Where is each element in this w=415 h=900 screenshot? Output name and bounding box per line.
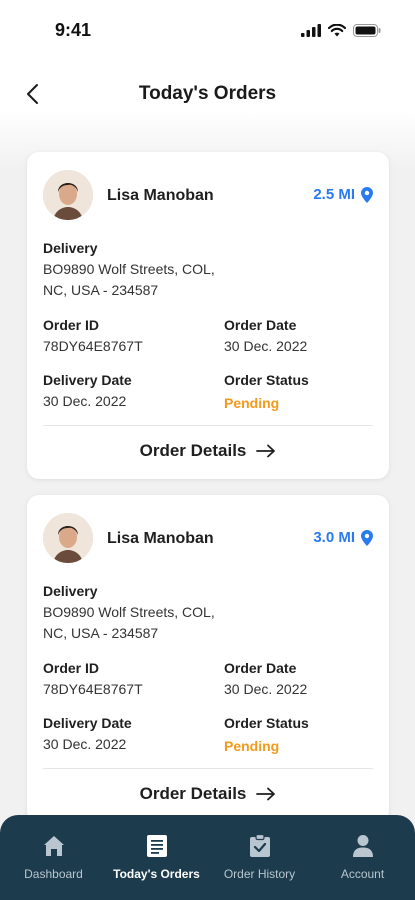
order-date-value: 30 Dec. 2022: [224, 681, 308, 697]
nav-item-order-history[interactable]: Order History: [208, 833, 311, 881]
page-title: Today's Orders: [138, 83, 277, 104]
nav-label-order-history: Order History: [223, 867, 296, 881]
signal-icon: [301, 24, 321, 37]
nav-item-dashboard[interactable]: Dashboard: [2, 833, 105, 881]
status-bar: 9:41: [0, 0, 415, 60]
user-icon: [352, 835, 373, 857]
order-id-label: Order ID: [43, 660, 100, 676]
order-status-value: Pending: [224, 395, 280, 411]
clipboard-list-icon: [146, 835, 167, 857]
status-icons: [301, 24, 381, 37]
divider: [43, 425, 373, 426]
wifi-icon: [328, 24, 346, 37]
order-status-label: Order Status: [224, 372, 309, 388]
clipboard-check-icon: [249, 834, 270, 857]
address-line-2: NC, USA - 234587: [43, 282, 159, 298]
customer-name: Lisa Manoban: [107, 530, 214, 547]
map-pin-icon: [361, 529, 373, 546]
order-status-label: Order Status: [224, 715, 309, 731]
address-line-1: BO9890 Wolf Streets, COL,: [43, 261, 215, 277]
nav-label-account: Account: [340, 867, 385, 881]
nav-label-todays-orders: Today's Orders: [113, 867, 200, 881]
order-status-value: Pending: [224, 738, 280, 754]
avatar: [43, 170, 93, 220]
battery-icon: [353, 24, 381, 37]
arrow-right-icon: [256, 787, 276, 801]
order-date-value: 30 Dec. 2022: [224, 338, 308, 354]
bottom-nav: Dashboard Today's Orders Order History A…: [0, 815, 415, 900]
header: Today's Orders: [0, 70, 415, 120]
order-card: Lisa Manoban 2.5 MI Delivery BO9890 Wolf…: [27, 152, 389, 479]
customer-name: Lisa Manoban: [107, 187, 214, 204]
order-id-value: 78DY64E8767T: [43, 681, 143, 697]
distance-badge[interactable]: 3.0 MI: [313, 529, 373, 546]
address-line-2: NC, USA - 234587: [43, 625, 159, 641]
nav-item-account[interactable]: Account: [311, 833, 414, 881]
delivery-label: Delivery: [43, 583, 98, 599]
order-date-label: Order Date: [224, 660, 297, 676]
order-date-label: Order Date: [224, 317, 297, 333]
home-icon: [43, 836, 64, 856]
distance-badge[interactable]: 2.5 MI: [313, 186, 373, 203]
delivery-date-value: 30 Dec. 2022: [43, 736, 127, 752]
order-card: Lisa Manoban 3.0 MI Delivery BO9890 Wolf…: [27, 495, 389, 822]
avatar: [43, 513, 93, 563]
distance-value: 2.5 MI: [313, 186, 355, 203]
order-details-button[interactable]: Order Details: [27, 441, 389, 461]
order-id-value: 78DY64E8767T: [43, 338, 143, 354]
order-details-button[interactable]: Order Details: [27, 784, 389, 804]
order-id-label: Order ID: [43, 317, 100, 333]
map-pin-icon: [361, 186, 373, 203]
distance-value: 3.0 MI: [313, 529, 355, 546]
delivery-label: Delivery: [43, 240, 98, 256]
status-time: 9:41: [55, 20, 92, 40]
divider: [43, 768, 373, 769]
arrow-right-icon: [256, 444, 276, 458]
order-details-label: Order Details: [139, 784, 247, 803]
order-details-label: Order Details: [139, 441, 247, 460]
delivery-date-label: Delivery Date: [43, 372, 132, 388]
address-line-1: BO9890 Wolf Streets, COL,: [43, 604, 215, 620]
nav-item-todays-orders[interactable]: Today's Orders: [105, 833, 208, 881]
delivery-date-label: Delivery Date: [43, 715, 132, 731]
nav-label-dashboard: Dashboard: [24, 867, 83, 881]
delivery-date-value: 30 Dec. 2022: [43, 393, 127, 409]
